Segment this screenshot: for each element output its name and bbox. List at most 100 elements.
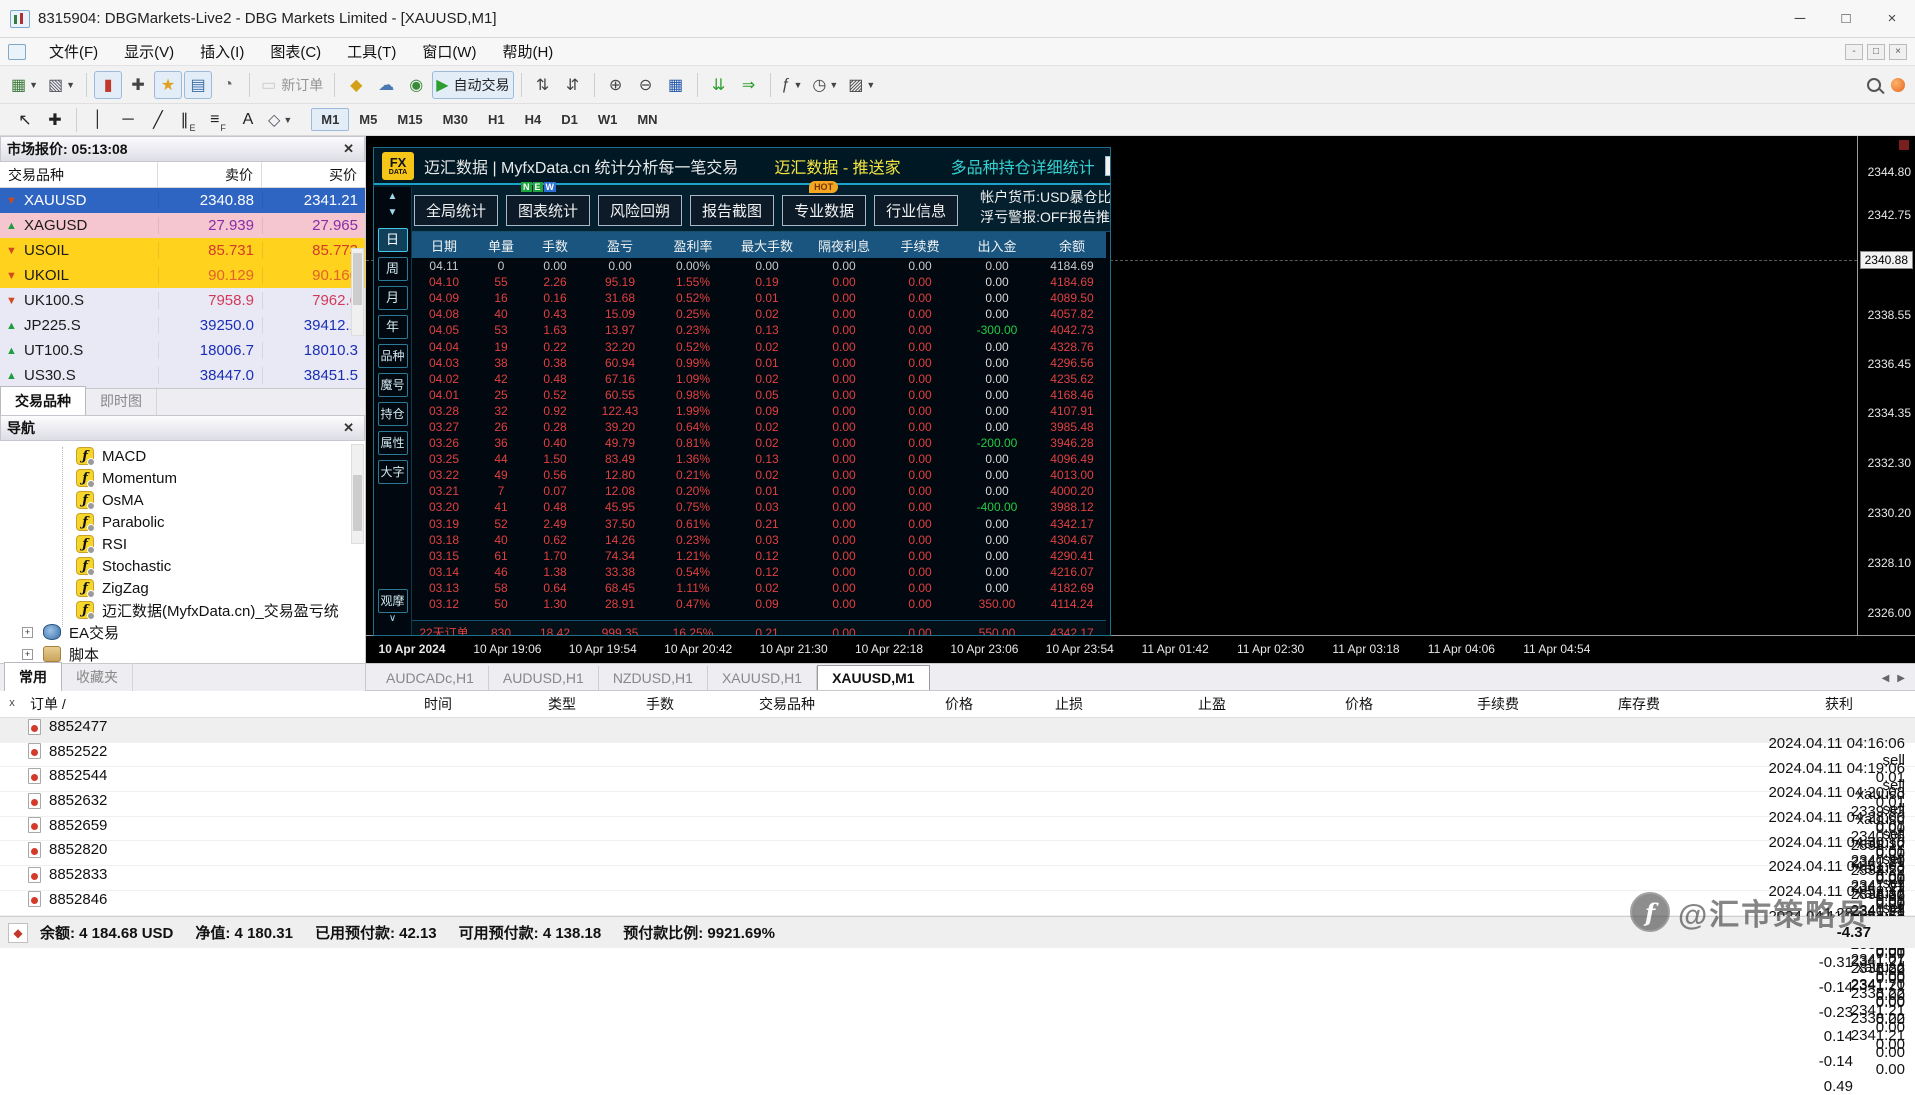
menu-item-t[interactable]: 工具(T): [334, 38, 409, 65]
order-row-8852820[interactable]: 88528202024.04.11 04:51:03sell0.01xauusd…: [0, 841, 1915, 866]
chart-shift-button[interactable]: ⇒: [735, 71, 763, 99]
stats-side-tab-年[interactable]: 年: [378, 315, 408, 339]
menu-item-f[interactable]: 文件(F): [36, 38, 111, 65]
timeframe-h4[interactable]: H4: [515, 108, 552, 131]
stats-nav-全局统计[interactable]: 全局统计: [414, 195, 498, 226]
orders-col-10[interactable]: 库存费: [1529, 694, 1670, 714]
order-row-8852659[interactable]: 88526592024.04.11 04:30:10sell0.01xauusd…: [0, 817, 1915, 842]
price-axis[interactable]: 2344.802342.752338.552336.452334.352332.…: [1857, 136, 1915, 635]
order-row-8852522[interactable]: 88525222024.04.11 04:19:06sell0.01xauusd…: [0, 743, 1915, 768]
order-row-8852477[interactable]: 88524772024.04.11 04:16:06sell0.01xauusd…: [0, 718, 1915, 743]
navigator-item-osma[interactable]: ƒOsMA: [0, 489, 365, 511]
orders-col-9[interactable]: 手续费: [1383, 694, 1529, 714]
stats-nav-风险回朔[interactable]: 风险回朔: [598, 195, 682, 226]
timeframe-h1[interactable]: H1: [478, 108, 515, 131]
chart-tab-xauusdm1[interactable]: XAUUSD,M1: [817, 665, 929, 690]
expand-plus-icon[interactable]: +: [22, 649, 33, 660]
terminal-close-icon[interactable]: x: [5, 696, 19, 710]
navigator-item-macd[interactable]: ƒMACD: [0, 445, 365, 467]
tabs-scroll-right-icon[interactable]: ▶: [1897, 673, 1905, 684]
timeframes-button[interactable]: ◷▼: [808, 71, 842, 99]
orders-col-7[interactable]: 止盈: [1093, 694, 1236, 714]
stats-nav-专业数据[interactable]: 专业数据HOT: [782, 195, 866, 226]
navigator-item-momentum[interactable]: ƒMomentum: [0, 467, 365, 489]
market-watch-close-icon[interactable]: ✕: [339, 141, 358, 157]
metaeditor-button[interactable]: ◆: [342, 71, 370, 99]
cursor-button[interactable]: ↖: [11, 106, 39, 134]
navigator-close-icon[interactable]: ✕: [339, 420, 358, 436]
stats-side-tab-日[interactable]: 日: [378, 228, 408, 252]
child-minimize-button[interactable]: -: [1845, 44, 1863, 60]
strategy-tester-button[interactable]: ◔: [214, 71, 242, 99]
zoom-in-button[interactable]: ⊕: [602, 71, 630, 99]
child-window-icon[interactable]: [8, 44, 26, 60]
new-chart-button[interactable]: ▦▼: [7, 71, 42, 99]
search-icon[interactable]: [1867, 78, 1881, 92]
navigator-scrollbar[interactable]: [351, 444, 364, 544]
menu-item-v[interactable]: 显示(V): [111, 38, 187, 65]
expand-plus-icon[interactable]: +: [22, 627, 33, 638]
col-symbol[interactable]: 交易品种: [0, 162, 158, 187]
stats-side-tab-月[interactable]: 月: [378, 286, 408, 310]
arrows-tool-button[interactable]: ◇▼: [264, 106, 296, 134]
broadcast-button[interactable]: ◉: [402, 71, 430, 99]
market-watch-row-jp225.s[interactable]: ▲JP225.S39250.039412.1: [0, 313, 365, 338]
timeframe-w1[interactable]: W1: [588, 108, 628, 131]
navigator-item-rsi[interactable]: ƒRSI: [0, 533, 365, 555]
stats-side-tab-周[interactable]: 周: [378, 257, 408, 281]
side-scroll-down-icon[interactable]: ▼: [388, 207, 398, 223]
navigator-item-myfxdatacn[interactable]: ƒ迈汇数据(MyfxData.cn)_交易盈亏统: [0, 599, 365, 621]
chart-tab-xauusdh1[interactable]: XAUUSD,H1: [708, 666, 817, 690]
navigator-item-zigzag[interactable]: ƒZigZag: [0, 577, 365, 599]
text-button[interactable]: A: [234, 106, 262, 134]
market-watch-row-usoil[interactable]: ▼USOIL85.73185.773: [0, 238, 365, 263]
order-row-8852846[interactable]: 88528462024.04.11 04:53:53sell0.01xauusd…: [0, 891, 1915, 916]
menu-item-w[interactable]: 窗口(W): [409, 38, 489, 65]
orders-col-1[interactable]: 时间: [210, 694, 462, 714]
orders-col-0[interactable]: 订单 /: [0, 694, 210, 714]
orders-col-5[interactable]: 价格: [825, 694, 983, 714]
auto-scroll-button[interactable]: ⇊: [705, 71, 733, 99]
navigator-button[interactable]: ★: [154, 71, 182, 99]
menu-item-h[interactable]: 帮助(H): [489, 38, 566, 65]
timeframe-m30[interactable]: M30: [433, 108, 478, 131]
timeframe-d1[interactable]: D1: [551, 108, 588, 131]
market-watch-row-xagusd[interactable]: ▲XAGUSD27.93927.965: [0, 213, 365, 238]
col-ask[interactable]: 买价: [262, 162, 366, 187]
side-scroll-up-icon[interactable]: ▲: [388, 191, 398, 207]
timeframe-m1[interactable]: M1: [311, 108, 349, 131]
stats-side-tab-持仓[interactable]: 持仓: [378, 402, 408, 426]
market-watch-row-uk100.s[interactable]: ▼UK100.S7958.97962.6: [0, 288, 365, 313]
order-row-8852544[interactable]: 88525442024.04.11 04:20:08sell0.01xauusd…: [0, 767, 1915, 792]
stats-side-tab-属性[interactable]: 属性: [378, 431, 408, 455]
side-more-icon[interactable]: ∨: [389, 613, 396, 629]
order-row-8852632[interactable]: 88526322024.04.11 04:28:00sell0.01xauusd…: [0, 792, 1915, 817]
chart-tab-audusdh1[interactable]: AUDUSD,H1: [489, 666, 599, 690]
chart-tab-nzdusdh1[interactable]: NZDUSD,H1: [599, 666, 708, 690]
zoom-out-button[interactable]: ⊖: [632, 71, 660, 99]
stats-nav-图表统计[interactable]: 图表统计NEW: [506, 195, 590, 226]
crosshair-button[interactable]: ✚: [41, 106, 69, 134]
stats-nav-行业信息[interactable]: 行业信息: [874, 195, 958, 226]
col-bid[interactable]: 卖价: [158, 162, 262, 187]
equidistant-channel-button[interactable]: ∥E: [174, 106, 202, 134]
stats-nav-报告截图[interactable]: 报告截图: [690, 195, 774, 226]
navigator-tab-favorites[interactable]: 收藏夹: [62, 663, 133, 691]
stats-side-tab-魔号[interactable]: 魔号: [378, 373, 408, 397]
chart-tab-audcadch1[interactable]: AUDCADc,H1: [372, 666, 489, 690]
tile-windows-button[interactable]: ▦: [662, 71, 690, 99]
indicators-button[interactable]: ƒ▼: [778, 71, 807, 99]
navigator-item-parabolic[interactable]: ƒParabolic: [0, 511, 365, 533]
market-watch-tab-symbols[interactable]: 交易品种: [0, 386, 86, 415]
fibonacci-button[interactable]: ≡F: [204, 106, 232, 134]
maximize-button[interactable]: □: [1823, 0, 1869, 37]
templates-button[interactable]: ▨▼: [844, 71, 879, 99]
navigator-group-ea[interactable]: +EA交易: [0, 621, 365, 643]
orders-col-2[interactable]: 类型: [462, 694, 586, 714]
market-watch-row-ut100.s[interactable]: ▲UT100.S18006.718010.3: [0, 338, 365, 363]
child-restore-button[interactable]: □: [1867, 44, 1885, 60]
tile-horizontal-button[interactable]: ⇵: [559, 71, 587, 99]
autotrading-button[interactable]: ▶自动交易: [432, 71, 513, 99]
stats-promo-link[interactable]: 迈汇数据 - 推送家: [774, 154, 900, 178]
trendline-button[interactable]: ╱: [144, 106, 172, 134]
